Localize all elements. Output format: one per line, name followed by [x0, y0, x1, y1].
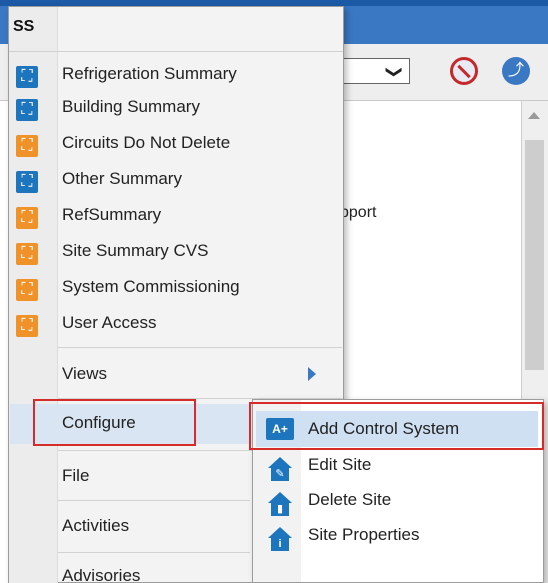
- submenu-item-site-properties[interactable]: i Site Properties: [256, 522, 538, 556]
- delete-site-icon: ▮: [268, 492, 292, 516]
- scroll-up-arrow-icon[interactable]: [528, 112, 540, 119]
- add-control-system-red-highlight: [249, 402, 544, 450]
- menu-item-building-summary[interactable]: ⛶ Building Summary: [10, 93, 342, 123]
- blue-tree-icon: ⛶: [16, 66, 38, 88]
- site-select-dropdown[interactable]: ❯: [340, 58, 410, 84]
- trend-icon[interactable]: ⤴: [502, 57, 530, 85]
- menu-separator: [58, 347, 342, 348]
- menu-item-other-summary[interactable]: ⛶ Other Summary: [10, 165, 342, 195]
- prohibited-icon[interactable]: [450, 57, 478, 85]
- submenu-item-delete-site[interactable]: ▮ Delete Site: [256, 487, 538, 521]
- menu-item-views[interactable]: Views: [10, 356, 342, 392]
- menu-separator: [58, 500, 250, 501]
- configure-red-highlight: [33, 399, 196, 446]
- menu-item-system-commissioning[interactable]: ⛶ System Commissioning: [10, 273, 342, 303]
- edit-site-label: Edit Site: [308, 455, 372, 474]
- menu-item-site-summary-cvs[interactable]: ⛶ Site Summary CVS: [10, 237, 342, 267]
- menu-header: [9, 7, 343, 52]
- edit-site-icon: ✎: [268, 457, 292, 481]
- menu-item-refrigeration-summary[interactable]: ⛶ Refrigeration Summary: [10, 60, 342, 90]
- blue-tree-icon: ⛶: [16, 171, 38, 193]
- menu-item-activities[interactable]: Activities: [10, 508, 250, 544]
- menu-item-circuits-do-not-delete[interactable]: ⛶ Circuits Do Not Delete: [10, 129, 342, 159]
- orange-tree-icon: ⛶: [16, 315, 38, 337]
- site-properties-icon: i: [268, 527, 292, 551]
- views-label: Views: [62, 364, 108, 383]
- menu-separator: [58, 552, 250, 553]
- menu-item-label: User Access: [62, 313, 157, 332]
- orange-tree-icon: ⛶: [16, 279, 38, 301]
- menu-item-label: Other Summary: [62, 169, 182, 188]
- menu-item-label: Building Summary: [62, 97, 200, 116]
- file-label: File: [62, 466, 90, 485]
- menu-item-user-access[interactable]: ⛶ User Access: [10, 309, 342, 339]
- orange-tree-icon: ⛶: [16, 207, 38, 229]
- chevron-down-icon: ❯: [385, 65, 403, 79]
- menu-title: SS: [13, 18, 35, 35]
- site-properties-label: Site Properties: [308, 525, 420, 544]
- menu-item-label: RefSummary: [62, 205, 162, 224]
- submenu-item-edit-site[interactable]: ✎ Edit Site: [256, 452, 538, 486]
- menu-item-label: Refrigeration Summary: [62, 64, 237, 83]
- menu-item-label: System Commissioning: [62, 277, 240, 296]
- menu-item-label: Circuits Do Not Delete: [62, 133, 231, 152]
- blue-tree-icon: ⛶: [16, 99, 38, 121]
- orange-tree-icon: ⛶: [16, 243, 38, 265]
- scroll-thumb[interactable]: [525, 140, 544, 370]
- delete-site-label: Delete Site: [308, 490, 392, 509]
- menu-item-refsummary[interactable]: ⛶ RefSummary: [10, 201, 342, 231]
- submenu-arrow-icon: [308, 367, 316, 381]
- orange-tree-icon: ⛶: [16, 135, 38, 157]
- menu-item-label: Site Summary CVS: [62, 241, 209, 260]
- activities-label: Activities: [62, 516, 130, 535]
- advisories-label: Advisories: [62, 566, 141, 583]
- background-support-text: pport: [340, 204, 377, 221]
- menu-item-file[interactable]: File: [10, 458, 250, 494]
